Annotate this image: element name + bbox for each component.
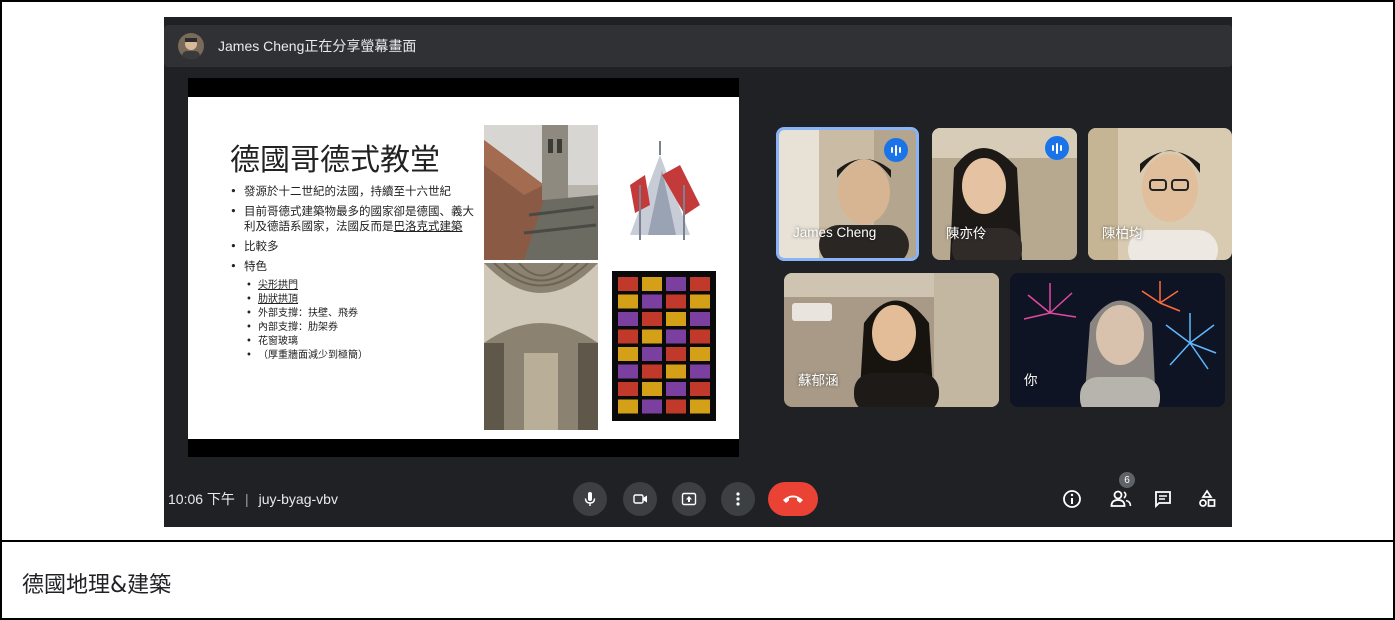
shared-screen: 德國哥德式教堂 發源於十二世紀的法國，持續至十六世紀 目前哥德式建築物最多的國家… <box>188 78 739 457</box>
slide-bullets: 發源於十二世紀的法國，持續至十六世紀 目前哥德式建築物最多的國家卻是德國、義大利… <box>230 184 480 363</box>
meeting-details: 10:06 下午 | juy-byag-vbv <box>168 489 338 509</box>
screenshot-frame: James Cheng正在分享螢幕畫面 德國哥德式教堂 發源於十二世紀的法國，持… <box>0 0 1395 620</box>
meeting-details-button[interactable] <box>1060 487 1084 511</box>
leave-call-button[interactable] <box>768 482 818 516</box>
sub-bullet-external-support: 外部支撐：扶壁、飛券 <box>230 307 480 320</box>
info-icon <box>1063 490 1081 508</box>
sub-bullet-internal-support: 內部支撐：肋架券 <box>230 321 480 334</box>
more-icon <box>736 492 740 506</box>
camera-button[interactable] <box>623 482 657 516</box>
speaking-indicator-icon <box>1045 136 1069 160</box>
screen-share-banner: James Cheng正在分享螢幕畫面 <box>164 25 1232 67</box>
participant-name: 蘇郁涵 <box>798 373 839 388</box>
sub-bullet-stained-glass: 花窗玻璃 <box>230 335 480 348</box>
baroque-link: 巴洛克式建築 <box>393 219 463 233</box>
sub-bullet-thin-walls: （厚重牆面減少到極簡） <box>230 349 480 362</box>
cathedral-roof-photo <box>484 125 598 260</box>
participant-tile-su-yuhan[interactable]: 蘇郁涵 <box>784 273 999 407</box>
people-count-badge: 6 <box>1119 472 1135 488</box>
participant-tile-self[interactable]: 你 <box>1010 273 1225 407</box>
bullet-origin: 發源於十二世紀的法國，持續至十六世紀 <box>230 184 480 199</box>
cathedral-diagram <box>610 125 714 260</box>
bullet-features: 特色 <box>230 259 480 274</box>
meeting-controls-bar: 10:06 下午 | juy-byag-vbv 6 <box>164 472 1232 527</box>
chat-icon <box>1155 491 1171 509</box>
caption-divider <box>2 540 1393 542</box>
sub-bullet-pointed-arch: 尖形拱門 <box>230 279 480 292</box>
cathedral-vault-photo <box>484 263 598 430</box>
share-banner-text: James Cheng正在分享螢幕畫面 <box>218 38 417 54</box>
activities-icon <box>1199 489 1216 507</box>
meeting-code: juy-byag-vbv <box>258 491 338 507</box>
end-call-icon <box>783 495 803 503</box>
slide-title: 德國哥德式教堂 <box>230 143 440 178</box>
activities-button[interactable] <box>1195 487 1219 511</box>
people-icon <box>1110 490 1132 507</box>
meet-window: James Cheng正在分享螢幕畫面 德國哥德式教堂 發源於十二世紀的法國，持… <box>164 17 1232 527</box>
participant-name: 陳亦伶 <box>946 226 987 241</box>
bullet-countries: 目前哥德式建築物最多的國家卻是德國、義大利及德語系國家，法國反而是巴洛克式建築 <box>230 204 480 234</box>
more-options-button[interactable] <box>721 482 755 516</box>
bullet-more: 比較多 <box>230 239 480 254</box>
details-separator: | <box>244 491 249 507</box>
image-caption: 德國地理&建築 <box>22 573 172 598</box>
sub-bullet-rib-vault: 肋狀拱頂 <box>230 293 480 306</box>
present-icon <box>681 492 697 506</box>
participant-name: James Cheng <box>793 225 877 240</box>
participant-tile-chen-bojun[interactable]: 陳柏均 <box>1088 128 1232 260</box>
participant-name: 你 <box>1024 373 1038 388</box>
stained-glass-photo <box>612 271 716 421</box>
participant-tile-james[interactable]: James Cheng <box>776 127 919 261</box>
presenter-avatar <box>178 33 204 59</box>
meeting-time: 10:06 下午 <box>168 491 235 507</box>
participant-name: 陳柏均 <box>1102 226 1143 241</box>
presentation-slide: 德國哥德式教堂 發源於十二世紀的法國，持續至十六世紀 目前哥德式建築物最多的國家… <box>188 97 739 439</box>
microphone-button[interactable] <box>573 482 607 516</box>
speaking-indicator-icon <box>884 138 908 162</box>
camera-icon <box>633 494 647 504</box>
present-now-button[interactable] <box>672 482 706 516</box>
show-everyone-button[interactable] <box>1109 487 1133 511</box>
participant-tile-chen-yiling[interactable]: 陳亦伶 <box>932 128 1077 260</box>
chat-button[interactable] <box>1151 487 1175 511</box>
mic-icon <box>584 492 596 506</box>
